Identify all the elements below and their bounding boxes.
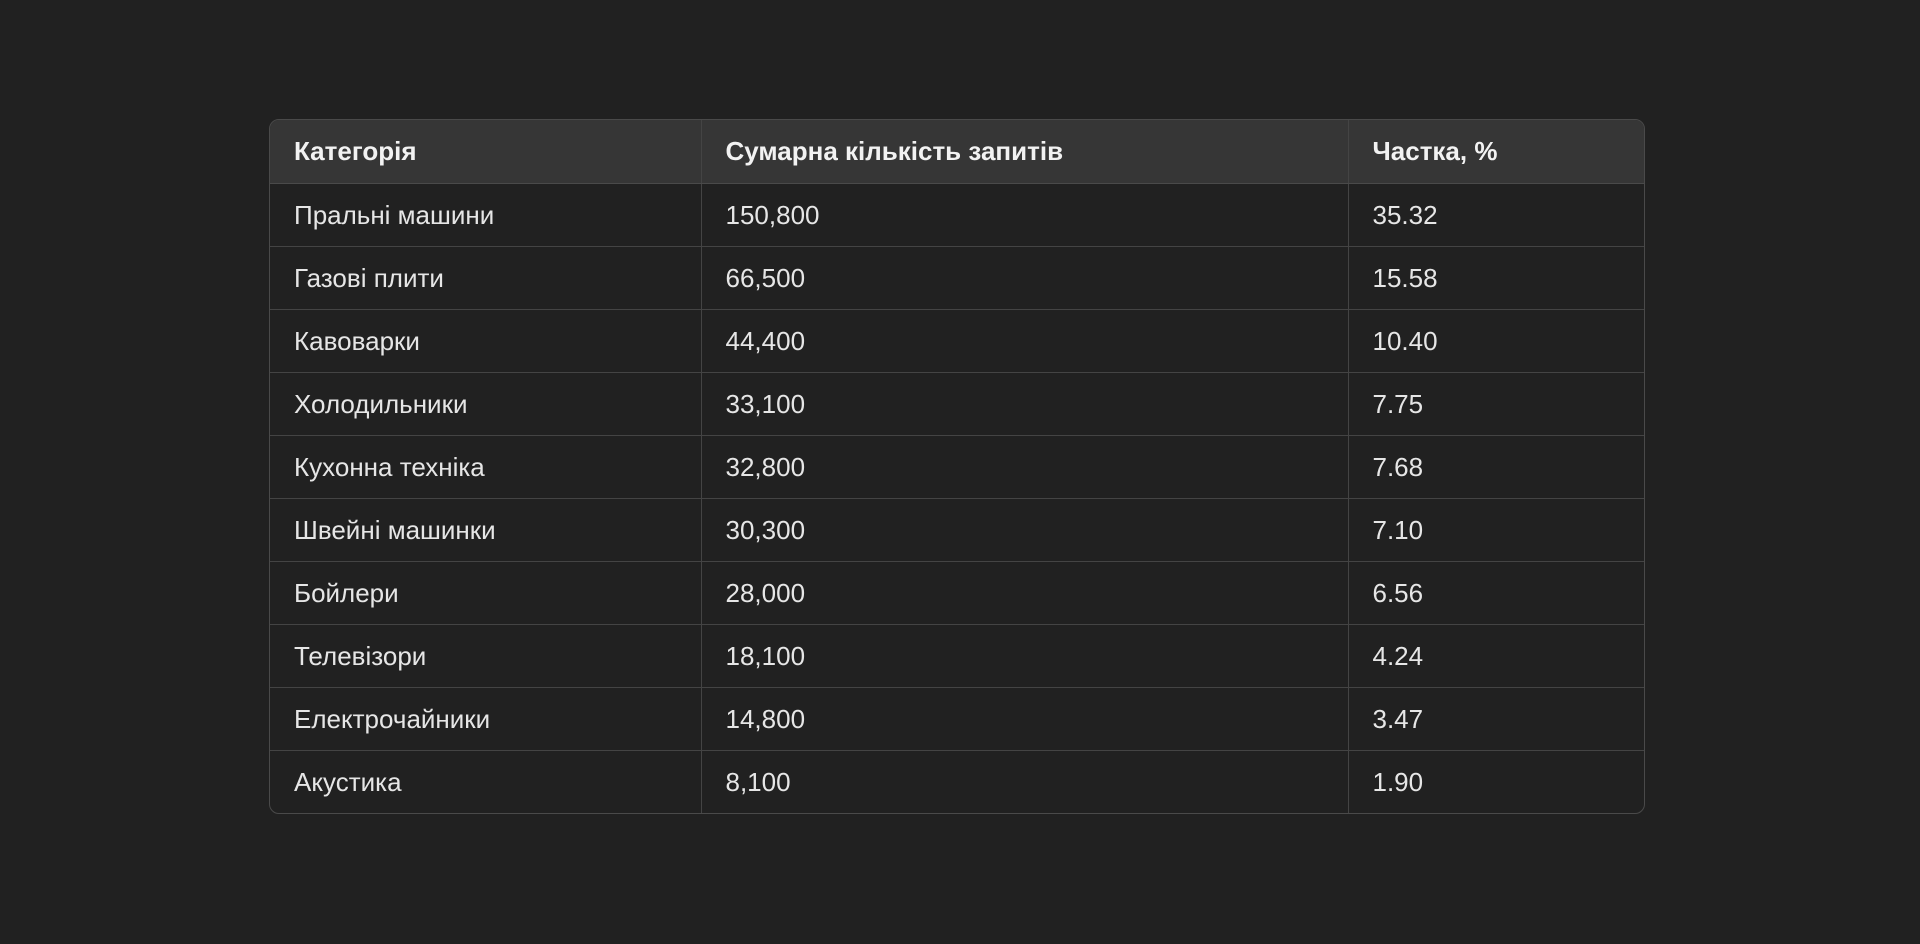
cell-category: Акустика — [294, 766, 402, 797]
cell-category: Телевізори — [270, 624, 701, 688]
cell-category: Бойлери — [270, 561, 701, 625]
cell-category: Холодильники — [270, 372, 701, 436]
cell-category: Кухонна техніка — [270, 435, 701, 499]
cell-total-requests: 44,400 — [700, 309, 1348, 373]
cell-share: 35.32 — [1347, 183, 1644, 247]
cell-share: 3.47 — [1347, 687, 1644, 751]
cell-share: 15.58 — [1347, 246, 1644, 310]
cell-total-requests: 28,000 — [700, 561, 1348, 625]
cell-category: Пральні машини — [270, 183, 701, 247]
cell-share: 7.75 — [1347, 372, 1644, 436]
cell-total-requests: 30,300 — [700, 498, 1348, 562]
cell-share: 10.40 — [1347, 309, 1644, 373]
table-row: Холодильники 33,100 7.75 — [270, 372, 1644, 436]
category-requests-table: Категорія Сумарна кількість запитів Част… — [270, 120, 1644, 813]
table-row: Кухонна техніка 32,800 7.68 — [270, 435, 1644, 499]
cell-total-requests: 18,100 — [700, 624, 1348, 688]
table-row: Бойлери 28,000 6.56 — [270, 561, 1644, 625]
table-body: Пральні машини 150,800 35.32 Газові плит… — [270, 183, 1644, 813]
cell-total-requests: 8,100 — [700, 750, 1348, 813]
cell-share: 1.90 — [1347, 750, 1644, 813]
column-header-total-requests: Сумарна кількість запитів — [700, 120, 1348, 184]
table-row: Кавоварки 44,400 10.40 — [270, 309, 1644, 373]
cell-share: 4.24 — [1347, 624, 1644, 688]
cell-total-requests: 14,800 — [700, 687, 1348, 751]
table-row: Швейні машинки 30,300 7.10 — [270, 498, 1644, 562]
table-row: Газові плити 66,500 15.58 — [270, 246, 1644, 310]
cell-category: Електрочайники — [270, 687, 701, 751]
column-header-category: Категорія — [270, 120, 701, 184]
cell-total-requests: 33,100 — [700, 372, 1348, 436]
table-row: Акустика 8,100 1.90 — [270, 750, 1644, 813]
table-header: Категорія Сумарна кількість запитів Част… — [270, 120, 1644, 184]
table-row: Електрочайники 14,800 3.47 — [270, 687, 1644, 751]
cell-share: 7.68 — [1347, 435, 1644, 499]
cell-category: Кавоварки — [270, 309, 701, 373]
table-row: Пральні машини 150,800 35.32 — [270, 183, 1644, 247]
cell-total-requests: 32,800 — [700, 435, 1348, 499]
data-table-container: Категорія Сумарна кількість запитів Част… — [269, 119, 1645, 814]
table-header-row: Категорія Сумарна кількість запитів Част… — [270, 120, 1644, 184]
cell-category: Газові плити — [270, 246, 701, 310]
table-row: Телевізори 18,100 4.24 — [270, 624, 1644, 688]
cell-share: 7.10 — [1347, 498, 1644, 562]
cell-total-requests: 150,800 — [700, 183, 1348, 247]
cell-share: 6.56 — [1347, 561, 1644, 625]
cell-total-requests: 66,500 — [700, 246, 1348, 310]
column-header-share: Частка, % — [1347, 120, 1644, 184]
cell-category: Швейні машинки — [270, 498, 701, 562]
